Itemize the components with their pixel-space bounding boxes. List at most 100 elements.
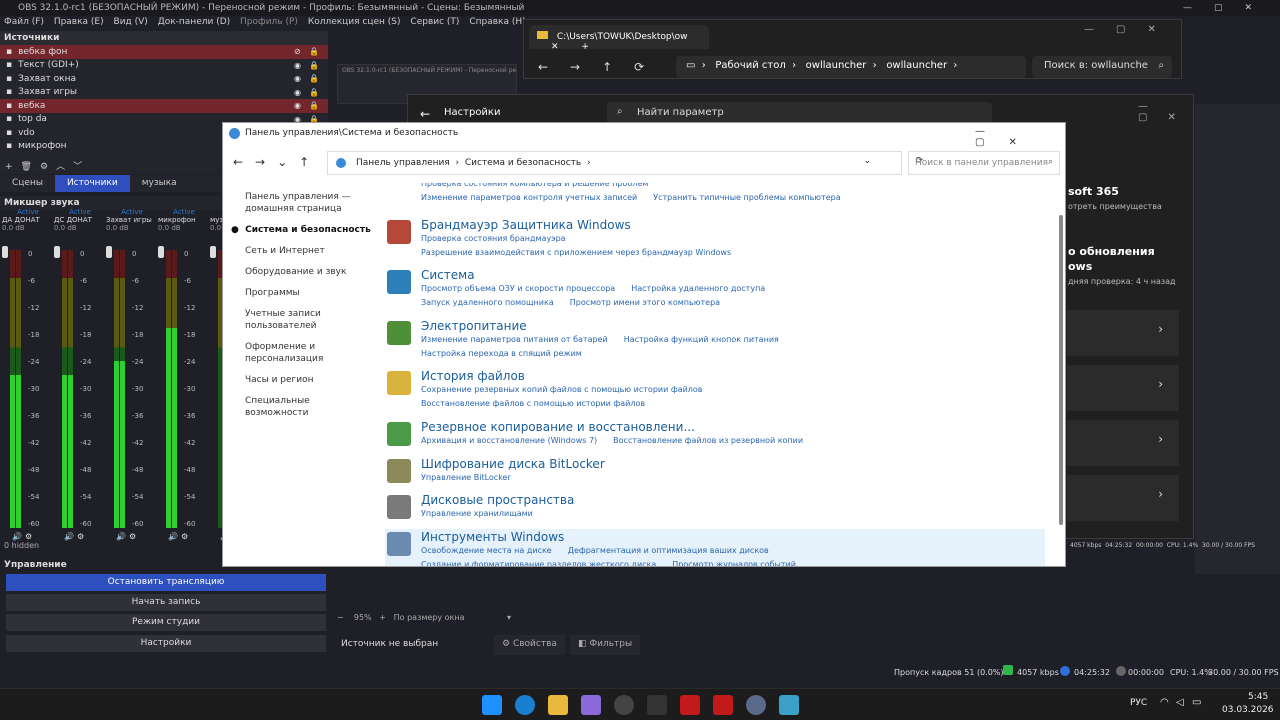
lock-icon[interactable]: 🔒	[309, 74, 319, 83]
category-link[interactable]: Восстановление файлов с помощью истории …	[421, 399, 645, 408]
menu-edit[interactable]: Правка (E)	[54, 17, 104, 27]
category-link[interactable]: Проверка состояния брандмауэра	[421, 234, 566, 243]
category-title[interactable]: Дисковые пространства	[421, 493, 574, 507]
window-controls[interactable]: —▢✕	[1183, 3, 1274, 13]
new-tab-icon[interactable]: +	[581, 42, 589, 52]
obs-icon[interactable]	[614, 695, 634, 715]
category-title[interactable]: Шифрование диска BitLocker	[421, 457, 605, 471]
eye-icon[interactable]: ◉	[294, 61, 301, 70]
menu-profile[interactable]: Профиль (P)	[240, 17, 298, 27]
cp-window-controls[interactable]: —▢✕	[975, 126, 1065, 148]
cp-sidebar-link[interactable]: ● Система и безопасность	[231, 224, 375, 236]
volume-icon[interactable]: ◁	[1176, 697, 1184, 708]
tab-sources[interactable]: Источники	[54, 175, 130, 192]
explorer-nav-icons[interactable]: ←→↑⟳	[538, 60, 666, 74]
start-recording-button[interactable]: Начать запись	[6, 594, 326, 611]
settings-row-3[interactable]: ›	[1067, 420, 1179, 466]
fit-select[interactable]: По размеру окна	[394, 613, 465, 622]
settings-icon[interactable]	[746, 695, 766, 715]
crumb-owllauncher[interactable]: owllauncher	[806, 60, 867, 71]
red-app-icon-2[interactable]	[713, 695, 733, 715]
category-link[interactable]: Просмотр объема ОЗУ и скорости процессор…	[421, 284, 615, 293]
crumb-owllauncher-2[interactable]: owllauncher	[886, 60, 947, 71]
clock-date[interactable]: 03.03.2026	[1222, 705, 1274, 715]
chevron-down-icon[interactable]: ⌄	[863, 156, 871, 166]
volume-slider-handle[interactable]	[210, 246, 216, 258]
menu-view[interactable]: Вид (V)	[114, 17, 148, 27]
zoom-in-icon[interactable]: +	[379, 613, 386, 622]
eye-icon[interactable]: ◉	[294, 101, 301, 110]
category-link[interactable]: Архивация и восстановление (Windows 7)	[421, 436, 597, 445]
windows-start-icon[interactable]	[482, 695, 502, 715]
cp-sidebar-link[interactable]: Оборудование и звук	[245, 266, 375, 278]
category-link[interactable]: Просмотр журналов событий	[672, 560, 796, 566]
cp-sidebar-link[interactable]: Часы и регион	[245, 374, 375, 386]
category-link[interactable]: Сохранение резервных копий файлов с помо…	[421, 385, 703, 394]
cp-search-input[interactable]: Поиск в панели управления ⌕	[908, 151, 1060, 175]
category-link[interactable]: Настройка функций кнопок питания	[624, 335, 779, 344]
cp-nav-icons[interactable]: ←→⌄↑	[233, 155, 321, 169]
menu-scene-collection[interactable]: Коллекция сцен (S)	[308, 17, 401, 27]
category-link[interactable]: Изменение параметров питания от батарей	[421, 335, 608, 344]
explorer-icon[interactable]	[548, 695, 568, 715]
crumb-desktop[interactable]: Рабочий стол	[715, 60, 785, 71]
explorer-tab[interactable]: C:\Users\TOWUK\Desktop\ow ✕ +	[529, 25, 709, 52]
back-arrow-icon[interactable]: ←	[420, 107, 430, 121]
category-link[interactable]: Разрешение взаимодействия с приложением …	[421, 248, 731, 257]
category-link[interactable]: Освобождение места на диске	[421, 546, 552, 555]
source-item[interactable]: ▪ Захват игры ◉ 🔒	[0, 86, 328, 100]
settings-row-2[interactable]: ›	[1067, 365, 1179, 411]
filters-button[interactable]: ◧ Фильтры	[570, 635, 641, 655]
category-link[interactable]: Запуск удаленного помощника	[421, 298, 554, 307]
channel-name[interactable]: ДА ДОНАТ	[2, 216, 52, 224]
menu-help[interactable]: Справка (H)	[469, 17, 525, 27]
category-link[interactable]: Настройка перехода в спящий режим	[421, 349, 582, 358]
category-link[interactable]: Управление BitLocker	[421, 473, 511, 482]
category-title[interactable]: Резервное копирование и восстановлени...	[421, 420, 695, 434]
settings-window-controls[interactable]: —▢✕	[1138, 101, 1196, 123]
cp-sidebar-link[interactable]: Программы	[245, 287, 375, 299]
up-icon[interactable]: ︿	[56, 162, 65, 172]
delete-icon[interactable]: 🗑	[21, 162, 32, 172]
cp-sidebar-link[interactable]: Специальные возможности	[245, 395, 375, 419]
chevron-down-icon[interactable]: ▾	[507, 613, 511, 622]
close-tab-icon[interactable]: ✕	[551, 42, 559, 52]
source-item[interactable]: ▪ вебка фон ⊘ 🔒	[0, 45, 328, 59]
edge-icon[interactable]	[515, 695, 535, 715]
category-title[interactable]: Система	[421, 268, 475, 282]
cp-sidebar-link[interactable]: Учетные записи пользователей	[245, 308, 375, 332]
category-link[interactable]: Просмотр имени этого компьютера	[570, 298, 720, 307]
studio-mode-button[interactable]: Режим студии	[6, 614, 326, 631]
lock-icon[interactable]: 🔒	[309, 101, 319, 110]
wifi-icon[interactable]: ◠	[1160, 697, 1169, 708]
category-link[interactable]: Проверка состояния компьютера и решение …	[421, 183, 648, 188]
category-title[interactable]: Брандмауэр Защитника Windows	[421, 218, 631, 232]
category-title[interactable]: Электропитание	[421, 319, 527, 333]
cp-sidebar-link[interactable]: Сеть и Интернет	[245, 245, 375, 257]
cp-crumb-security[interactable]: Система и безопасность	[465, 158, 581, 168]
explorer-address-bar[interactable]: ▭ › Рабочий стол › owllauncher › owllaun…	[676, 56, 1026, 78]
category-title[interactable]: Инструменты Windows	[421, 530, 564, 544]
settings-row-1[interactable]: ›	[1067, 310, 1179, 356]
cp-crumb-root[interactable]: Панель управления	[356, 158, 450, 168]
channel-name[interactable]: ДС ДОНАТ	[54, 216, 104, 224]
menu-docks[interactable]: Док-панели (D)	[158, 17, 230, 27]
channel-name[interactable]: микрофон	[158, 216, 208, 224]
clock-time[interactable]: 5:45	[1248, 692, 1268, 702]
category-link[interactable]: Восстановление файлов из резервной копии	[613, 436, 803, 445]
cp-sidebar-link[interactable]: Панель управления — домашняя страница	[245, 191, 375, 215]
volume-slider-handle[interactable]	[158, 246, 164, 258]
battery-icon[interactable]: ▭	[1192, 697, 1201, 708]
category-link[interactable]: Создание и форматирование разделов жестк…	[421, 560, 656, 566]
cp-scrollbar[interactable]	[1059, 215, 1063, 525]
settings-button[interactable]: Настройки	[6, 635, 326, 652]
channel-controls[interactable]: 🔊⚙	[168, 532, 191, 541]
gear-icon[interactable]: ⚙	[40, 162, 48, 172]
explorer-search-input[interactable]: Поиск в: owllaunche ⌕	[1032, 56, 1172, 78]
channel-controls[interactable]: 🔊⚙	[12, 532, 35, 541]
add-icon[interactable]: +	[5, 162, 13, 172]
category-link[interactable]: Устранить типичные проблемы компьютера	[653, 193, 840, 202]
category-link[interactable]: Дефрагментация и оптимизация ваших диско…	[568, 546, 769, 555]
eye-icon[interactable]: ◉	[294, 74, 301, 83]
category-link[interactable]: Настройка удаленного доступа	[631, 284, 765, 293]
